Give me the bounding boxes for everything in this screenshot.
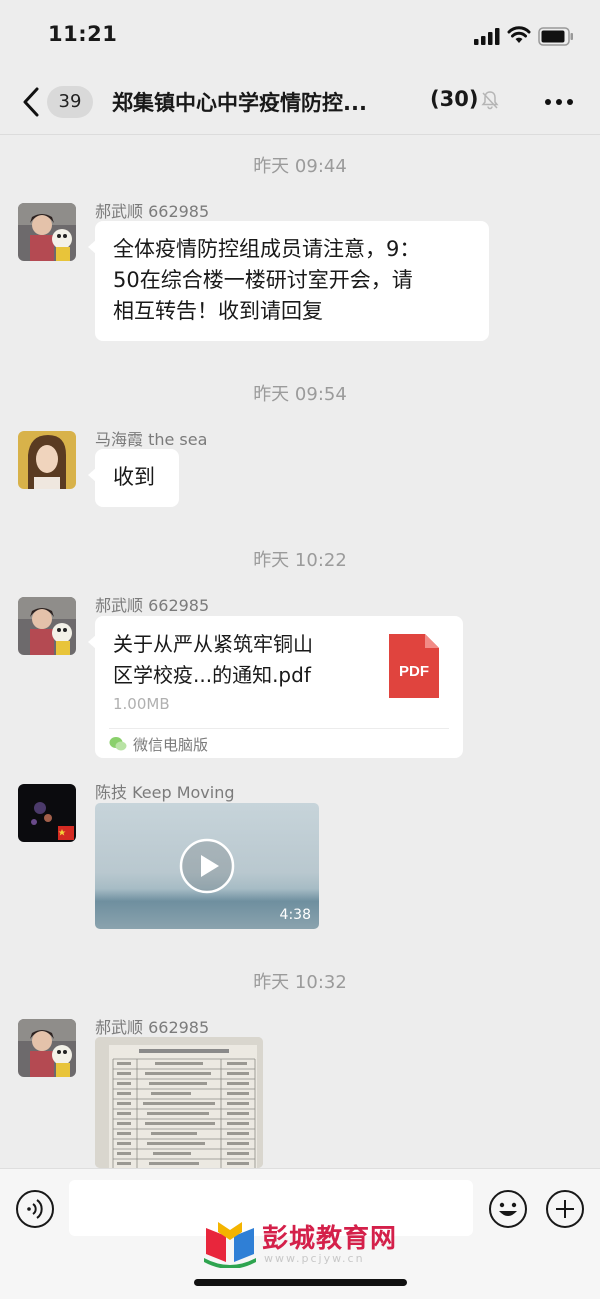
emoji-icon[interactable] bbox=[488, 1189, 528, 1229]
unread-count-badge[interactable]: 39 bbox=[47, 86, 93, 118]
message-text-line: 全体疫情防控组成员请注意，9： bbox=[113, 237, 421, 261]
watermark-url: www.pcjyw.cn bbox=[264, 1252, 365, 1265]
mute-bell-icon bbox=[481, 91, 499, 110]
message-text-line: 50在综合楼一楼研讨室开会，请 bbox=[113, 268, 413, 292]
avatar[interactable] bbox=[18, 597, 76, 655]
avatar[interactable] bbox=[18, 203, 76, 261]
avatar[interactable] bbox=[18, 431, 76, 489]
pdf-file-icon: PDF bbox=[389, 634, 439, 698]
file-name: 关于从严从紧筑牢铜山 区学校疫...的通知.pdf bbox=[113, 629, 375, 691]
battery-icon bbox=[538, 27, 573, 46]
voice-input-icon[interactable] bbox=[15, 1189, 55, 1229]
member-count: (30) bbox=[430, 87, 479, 111]
avatar[interactable] bbox=[18, 1019, 76, 1077]
more-options-icon[interactable] bbox=[544, 98, 574, 106]
video-message[interactable]: 4:38 bbox=[95, 803, 319, 929]
watermark-logo-icon bbox=[204, 1222, 256, 1268]
file-size: 1.00MB bbox=[113, 695, 170, 713]
sender-name: 郝武顺 662985 bbox=[95, 596, 210, 615]
avatar[interactable] bbox=[18, 784, 76, 842]
video-duration: 4:38 bbox=[279, 907, 311, 923]
status-time: 11:21 bbox=[48, 22, 118, 46]
watermark-text: 彭城教育网 bbox=[262, 1224, 398, 1254]
message-timestamp: 昨天 09:54 bbox=[253, 384, 347, 405]
message-text-line: 相互转告！收到请回复 bbox=[113, 299, 323, 323]
pdf-icon-label: PDF bbox=[399, 663, 429, 680]
file-card-divider bbox=[109, 728, 449, 729]
message-text-line: 收到 bbox=[113, 465, 155, 489]
file-source-label: 微信电脑版 bbox=[133, 736, 209, 754]
sender-name: 陈技 Keep Moving bbox=[95, 783, 235, 802]
file-name-line: 关于从严从紧筑牢铜山 bbox=[113, 632, 313, 656]
message-bubble[interactable]: 收到 bbox=[88, 449, 179, 507]
document-photo-thumbnail bbox=[95, 1037, 263, 1168]
image-message[interactable] bbox=[95, 1037, 263, 1168]
sender-name: 郝武顺 662985 bbox=[95, 1018, 210, 1037]
plus-icon[interactable] bbox=[545, 1189, 585, 1229]
wifi-icon bbox=[507, 26, 531, 43]
cellular-signal-icon bbox=[474, 28, 500, 45]
message-timestamp: 昨天 09:44 bbox=[253, 156, 347, 177]
home-indicator[interactable] bbox=[194, 1279, 407, 1286]
file-name-line: 区学校疫...的通知.pdf bbox=[113, 663, 311, 687]
play-icon[interactable] bbox=[179, 838, 235, 894]
message-timestamp: 昨天 10:22 bbox=[253, 550, 347, 571]
message-bubble[interactable]: 全体疫情防控组成员请注意，9： 50在综合楼一楼研讨室开会，请 相互转告！收到请… bbox=[88, 221, 489, 341]
chat-title: 郑集镇中心中学疫情防控... bbox=[112, 91, 367, 115]
back-chevron-icon[interactable] bbox=[20, 86, 42, 118]
file-message-card[interactable]: 关于从严从紧筑牢铜山 区学校疫...的通知.pdf 1.00MB PDF 微信电… bbox=[88, 616, 463, 758]
wechat-icon bbox=[109, 737, 127, 751]
sender-name: 郝武顺 662985 bbox=[95, 202, 210, 221]
status-bar: 11:21 bbox=[0, 0, 600, 70]
message-timestamp: 昨天 10:32 bbox=[253, 972, 347, 993]
sender-name: 马海霞 the sea bbox=[95, 430, 208, 449]
